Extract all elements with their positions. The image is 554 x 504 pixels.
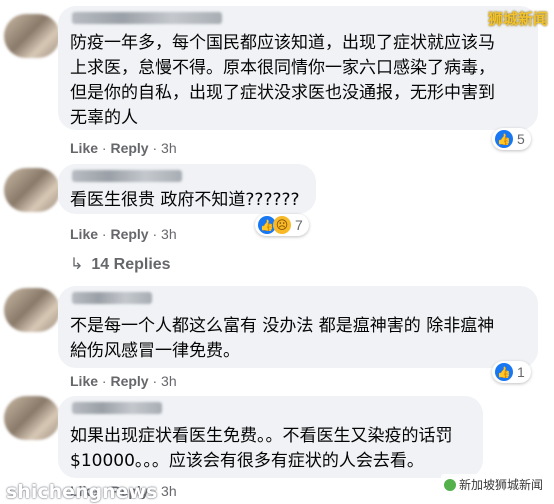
avatar[interactable] <box>4 14 60 58</box>
reaction-summary[interactable]: 👍 1 <box>492 361 531 383</box>
comment-text-line: 不是每一个人都这么富有 没办法 都是瘟神害的 除非瘟神 <box>70 316 495 336</box>
watermark-bottom-left: shichengnews <box>6 481 158 503</box>
sad-face-icon: ☹ <box>273 216 291 234</box>
timestamp[interactable]: 3h <box>161 483 177 499</box>
reply-arrow-icon: ↳ <box>70 256 84 273</box>
comment-actions: Like · Reply · 3h <box>70 373 177 389</box>
watermark-top: 狮城新闻 <box>487 10 548 28</box>
timestamp[interactable]: 3h <box>161 373 177 389</box>
replies-label: 14 Replies <box>91 256 171 273</box>
comment-text-line: 上求医，怠慢不得。原本很同情你一家六口感染了病毒， <box>70 58 495 78</box>
comment-3: 不是每一个人都这么富有 没办法 都是瘟神害的 除非瘟神 給伤风感冒一律免费。 👍… <box>0 284 554 394</box>
like-link[interactable]: Like <box>70 140 98 156</box>
comment-1: 防疫一年多，每个国民都应该知道，出现了症状就应该马 上求医，怠慢不得。原本很同情… <box>0 0 554 160</box>
avatar[interactable] <box>4 396 60 440</box>
comment-bubble: 防疫一年多，每个国民都应该知道，出现了症状就应该马 上求医，怠慢不得。原本很同情… <box>58 6 538 130</box>
author-name-blurred[interactable] <box>72 402 162 414</box>
comment-text-line: 看医生很贵 政府不知道?????? <box>70 190 300 210</box>
comment-text-line: 防疫一年多，每个国民都应该知道，出现了症状就应该马 <box>70 33 495 53</box>
reply-link[interactable]: Reply <box>110 140 148 156</box>
comment-text-line: 但是你的自私，出现了症状没求医也没通报，无形中害到 <box>70 83 495 103</box>
author-name-blurred[interactable] <box>72 292 152 304</box>
reaction-count: 1 <box>517 364 525 380</box>
timestamp[interactable]: 3h <box>161 226 177 242</box>
reaction-count: 7 <box>295 217 303 233</box>
wechat-icon <box>444 479 456 491</box>
reaction-summary[interactable]: 👍 5 <box>492 128 531 150</box>
author-name-blurred[interactable] <box>72 170 182 182</box>
reply-link[interactable]: Reply <box>110 373 148 389</box>
comment-bubble: 不是每一个人都这么富有 没办法 都是瘟神害的 除非瘟神 給伤风感冒一律免费。 <box>58 286 538 368</box>
comment-text-line: 給伤风感冒一律免费。 <box>70 341 240 361</box>
comment-actions: Like · Reply · 3h <box>70 140 177 156</box>
reply-link[interactable]: Reply <box>110 226 148 242</box>
watermark-text: 新加坡狮城新闻 <box>459 478 544 492</box>
avatar[interactable] <box>4 168 60 212</box>
comment-text-line: $10000。。。应该会有很多有症状的人会去看。 <box>70 451 424 471</box>
timestamp[interactable]: 3h <box>161 140 177 156</box>
reaction-count: 5 <box>517 131 525 147</box>
comment-text-line: 如果出现症状看医生免费。。不看医生又染疫的话罚 <box>70 426 453 446</box>
watermark-bottom-right: 新加坡狮城新闻 <box>441 474 547 495</box>
avatar[interactable] <box>4 288 60 332</box>
like-link[interactable]: Like <box>70 373 98 389</box>
like-link[interactable]: Like <box>70 226 98 242</box>
comment-bubble: 看医生很贵 政府不知道?????? <box>58 164 316 214</box>
thumbs-up-icon: 👍 <box>495 130 513 148</box>
reaction-summary[interactable]: 👍 ☹ 7 <box>255 214 309 236</box>
author-name-blurred[interactable] <box>72 12 222 24</box>
view-replies-link[interactable]: ↳ 14 Replies <box>70 254 171 274</box>
comment-bubble: 如果出现症状看医生免费。。不看医生又染疫的话罚 $10000。。。应该会有很多有… <box>58 396 483 478</box>
thumbs-up-icon: 👍 <box>495 363 513 381</box>
comment-text-line: 无辜的人 <box>70 108 138 128</box>
comment-actions: Like · Reply · 3h <box>70 226 177 242</box>
